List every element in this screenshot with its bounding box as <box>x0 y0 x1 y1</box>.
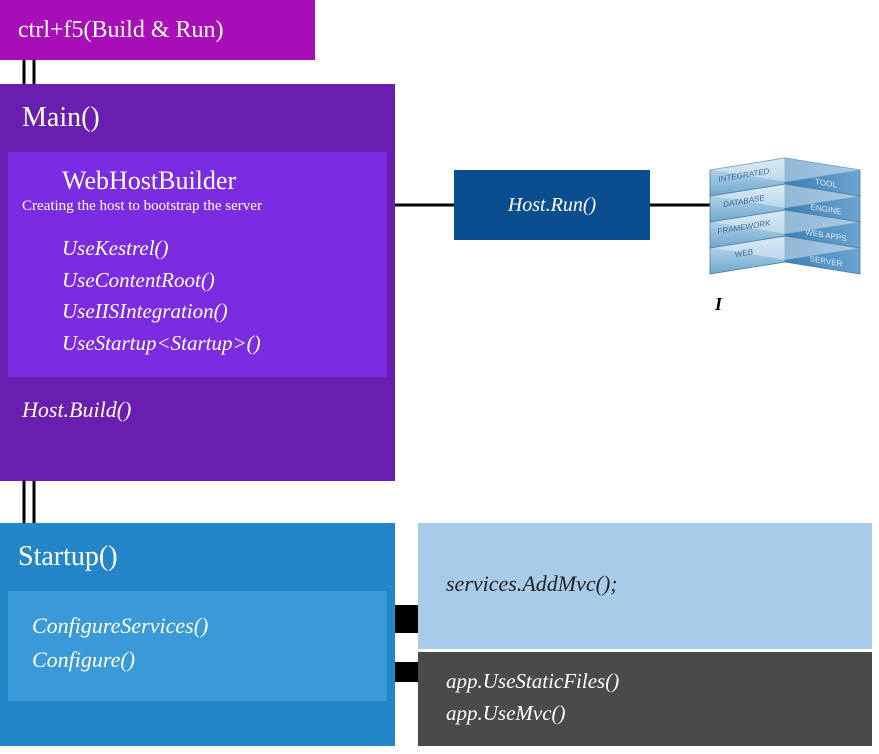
webhost-subtitle: Creating the host to bootstrap the serve… <box>22 198 373 215</box>
addmvc-box: services.AddMvc(); <box>418 523 872 649</box>
webhost-method: UseContentRoot() <box>62 265 373 297</box>
host-build-label: Host.Build() <box>0 397 395 423</box>
usestatic-box: app.UseStaticFiles() app.UseMvc() <box>418 652 872 746</box>
host-run-box: Host.Run() <box>454 170 650 240</box>
server-stack-icon: WEBSERVERFRAMEWORKWEB APPSDATABASEENGINE… <box>700 140 870 280</box>
webhost-title: WebHostBuilder <box>22 166 373 196</box>
startup-box: Startup() ConfigureServices() Configure(… <box>0 523 395 746</box>
host-run-label: Host.Run() <box>508 194 596 217</box>
webhostbuilder-box: WebHostBuilder Creating the host to boot… <box>8 152 387 377</box>
webhost-methods: UseKestrel() UseContentRoot() UseIISInte… <box>22 233 373 359</box>
iis-caption: I <box>715 294 722 315</box>
ctrl-f5-box: ctrl+f5(Build & Run) <box>0 0 315 60</box>
startup-methods: ConfigureServices() Configure() <box>8 591 387 701</box>
startup-method: Configure() <box>32 643 373 677</box>
webhost-method: UseStartup<Startup>() <box>62 328 373 360</box>
webhost-method: UseIISIntegration() <box>62 296 373 328</box>
startup-title: Startup() <box>0 541 395 573</box>
main-box: Main() WebHostBuilder Creating the host … <box>0 84 395 481</box>
webhost-method: UseKestrel() <box>62 233 373 265</box>
startup-method: ConfigureServices() <box>32 609 373 643</box>
main-title: Main() <box>0 102 395 134</box>
usestatic-line: app.UseMvc() <box>446 698 872 730</box>
addmvc-label: services.AddMvc(); <box>446 571 618 596</box>
ctrl-f5-label: ctrl+f5(Build & Run) <box>18 17 224 44</box>
usestatic-line: app.UseStaticFiles() <box>446 666 872 698</box>
